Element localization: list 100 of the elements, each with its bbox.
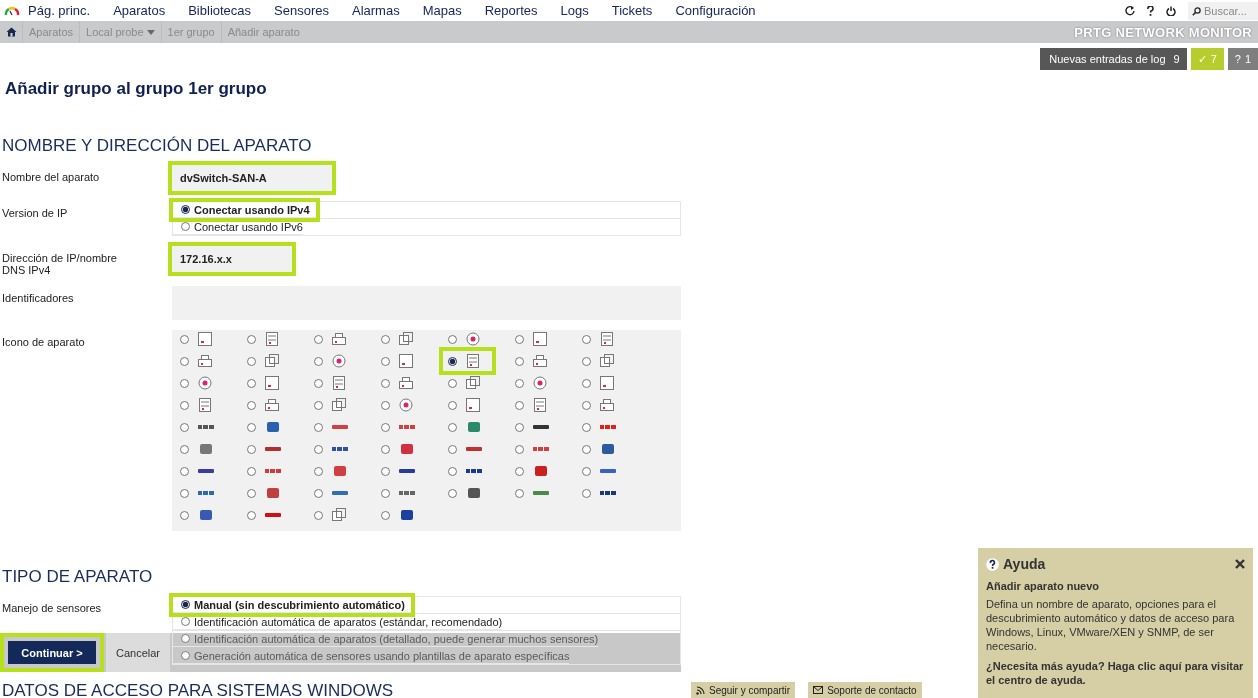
help-link[interactable]: ¿Necesita más ayuda? Haga clic aquí para visitar el centro de ayuda. [986,659,1245,687]
radio-button[interactable] [582,334,591,344]
radio-button[interactable] [314,400,323,410]
continue-button[interactable]: Continuar > [0,633,104,672]
cancel-button[interactable]: Cancelar [106,633,170,672]
radio-button[interactable] [515,422,524,432]
radio-option[interactable]: Conectar usando IPv6 [173,219,303,235]
radio-button[interactable] [448,422,457,432]
radio-button[interactable] [582,378,591,388]
radio-button[interactable] [180,444,189,454]
radio-button[interactable] [181,651,190,660]
device-icon [532,375,548,391]
radio-button[interactable] [448,444,457,454]
nav-item[interactable]: Configuración [675,3,756,18]
radio-button[interactable] [582,422,591,432]
search-field[interactable]: Buscar... [1188,1,1258,20]
nav-item[interactable]: Aparatos [113,3,166,18]
radio-button[interactable] [314,422,323,432]
radio-button[interactable] [448,400,457,410]
nav-item[interactable]: Pág. princ. [28,3,91,18]
radio-button[interactable] [381,510,390,520]
radio-button[interactable] [180,334,189,344]
radio-button[interactable] [181,600,190,609]
gauge-logo-icon[interactable] [4,5,20,16]
radio-button[interactable] [515,444,524,454]
nav-item[interactable]: Sensores [274,3,329,18]
home-icon[interactable] [5,27,17,37]
log-entries-badge[interactable]: Nuevas entradas de log 9 [1040,48,1187,70]
radio-button[interactable] [247,444,256,454]
radio-button[interactable] [181,222,190,231]
radio-button[interactable] [582,356,591,366]
radio-button[interactable] [515,466,524,476]
radio-button[interactable] [381,378,390,388]
radio-button[interactable] [247,378,256,388]
radio-button[interactable] [515,378,524,388]
radio-button[interactable] [515,356,524,366]
radio-button[interactable] [180,488,189,498]
radio-button[interactable] [448,356,457,366]
radio-button[interactable] [180,466,189,476]
radio-button[interactable] [381,400,390,410]
radio-button[interactable] [515,334,524,344]
status-badge[interactable]: ? 1 [1227,48,1258,70]
radio-button[interactable] [314,444,323,454]
radio-button[interactable] [314,334,323,344]
radio-button[interactable] [180,400,189,410]
nav-item[interactable]: Tickets [611,3,653,18]
radio-button[interactable] [181,205,190,214]
device-icon [532,397,548,413]
radio-button[interactable] [247,356,256,366]
radio-button[interactable] [448,488,457,498]
radio-button[interactable] [314,378,323,388]
nav-item[interactable]: Alarmas [352,3,400,18]
radio-button[interactable] [247,466,256,476]
radio-button[interactable] [247,510,256,520]
nav-item[interactable]: Logs [560,3,589,18]
radio-button[interactable] [381,334,390,344]
radio-option[interactable]: Conectar usando IPv4 [173,202,316,218]
radio-button[interactable] [314,466,323,476]
device-icon [331,331,347,347]
radio-button[interactable] [381,466,390,476]
radio-button[interactable] [314,356,323,366]
radio-button[interactable] [582,444,591,454]
radio-button[interactable] [180,356,189,366]
radio-button[interactable] [247,400,256,410]
radio-button[interactable] [582,466,591,476]
radio-button[interactable] [180,378,189,388]
radio-button[interactable] [448,334,457,344]
nav-item[interactable]: Bibliotecas [188,3,252,18]
radio-button[interactable] [314,488,323,498]
radio-button[interactable] [448,466,457,476]
radio-button[interactable] [180,510,189,520]
radio-button[interactable] [582,488,591,498]
radio-button[interactable] [181,617,190,626]
radio-button[interactable] [381,444,390,454]
refresh-icon[interactable] [1125,5,1135,16]
radio-button[interactable] [381,422,390,432]
power-icon[interactable] [1166,5,1176,16]
radio-option[interactable]: Identificación automática de aparatos (estándar, recomendado) [173,614,503,630]
radio-button[interactable] [180,422,189,432]
nav-item[interactable]: Reportes [484,3,538,18]
radio-button[interactable] [515,400,524,410]
close-icon[interactable] [1235,559,1245,569]
radio-button[interactable] [381,488,390,498]
device-icon [197,353,213,369]
radio-button[interactable] [247,334,256,344]
radio-button[interactable] [515,488,524,498]
radio-button[interactable] [314,510,323,520]
nav-item[interactable]: Mapas [422,3,462,18]
radio-button[interactable] [381,356,390,366]
logo-icon [398,488,416,498]
radio-button[interactable] [448,378,457,388]
footer-link[interactable]: Soporte de contacto [808,682,922,698]
help-icon[interactable] [1147,5,1154,16]
radio-button[interactable] [582,400,591,410]
radio-button[interactable] [247,422,256,432]
footer-link[interactable]: Seguir y compartir [691,682,796,698]
device-icon [197,397,213,413]
device-icon [599,331,615,347]
radio-button[interactable] [247,488,256,498]
radio-button[interactable] [181,634,190,643]
